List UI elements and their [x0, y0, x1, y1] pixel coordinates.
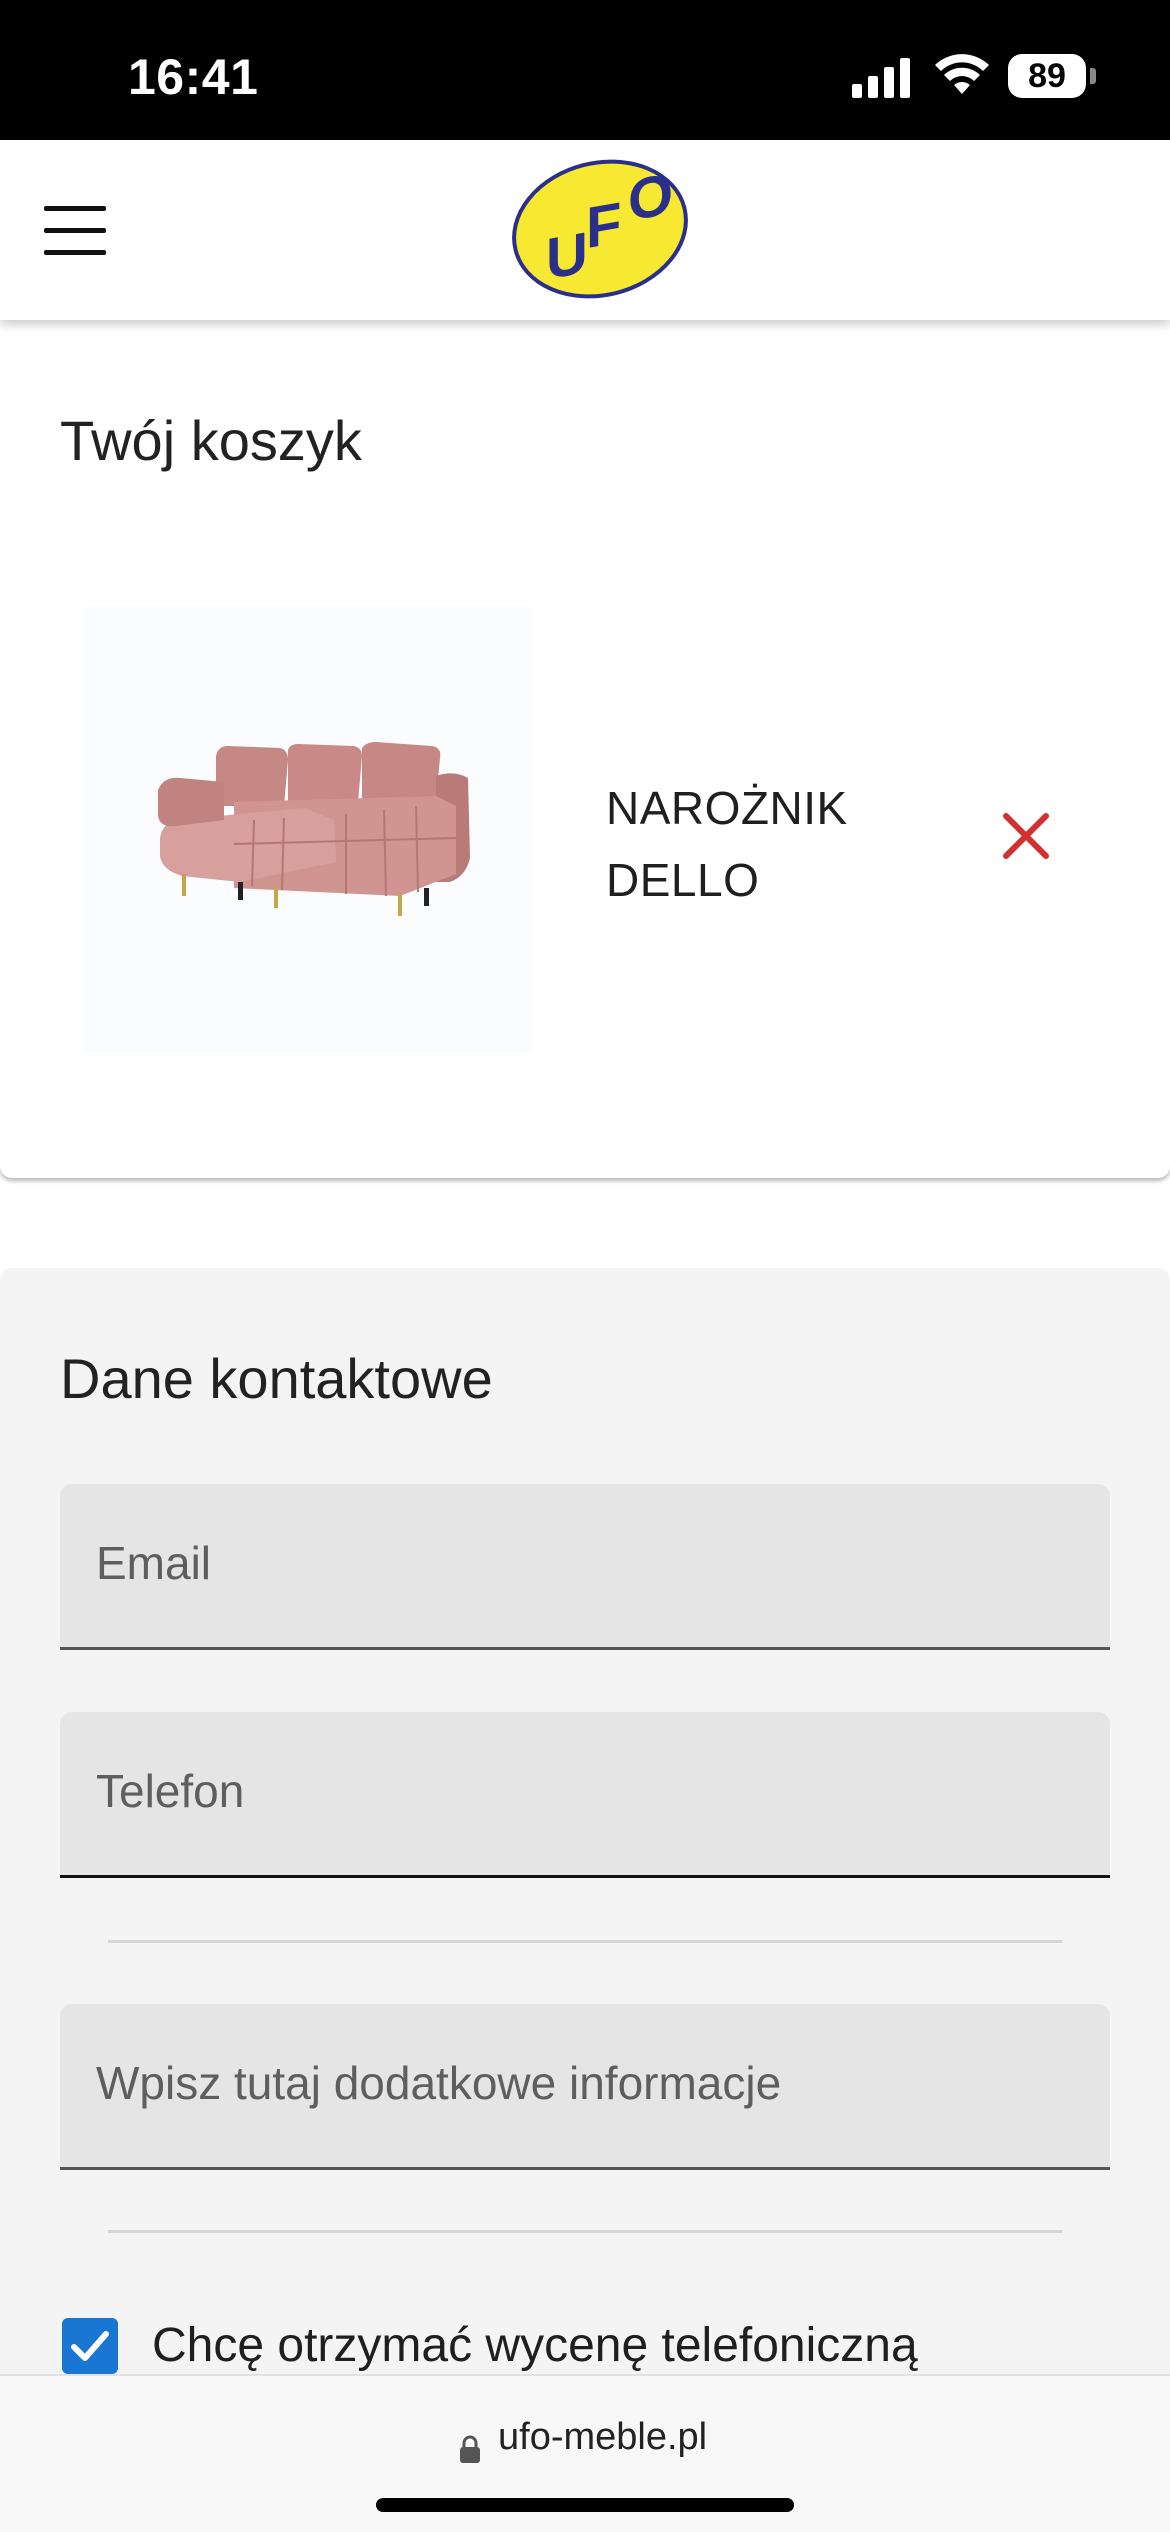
browser-url-bar[interactable]: ufo-meble.pl [0, 2374, 1170, 2532]
cart-title: Twój koszyk [60, 409, 362, 472]
svg-text:F: F [586, 190, 621, 261]
email-field[interactable]: Email [60, 1484, 1110, 1650]
phone-quote-label[interactable]: Chcę otrzymać wycenę telefoniczną [152, 2318, 918, 2373]
sofa-image [158, 742, 470, 916]
additional-info-placeholder: Wpisz tutaj dodatkowe informacje [96, 2057, 782, 2109]
lock-icon [460, 2435, 480, 2463]
additional-info-field[interactable]: Wpisz tutaj dodatkowe informacje [60, 2004, 1110, 2170]
checkmark-icon [71, 2331, 109, 2361]
status-bar: 16:41 89 [0, 0, 1170, 140]
cellular-signal-icon [852, 58, 910, 98]
product-name[interactable]: NAROŻNIK DELLO [606, 772, 926, 916]
wifi-icon [935, 54, 989, 94]
battery-level: 89 [1028, 56, 1066, 95]
phone-quote-checkbox[interactable] [62, 2318, 118, 2374]
remove-item-icon[interactable] [996, 806, 1056, 866]
app-header: U F O [0, 140, 1170, 320]
divider [108, 2230, 1062, 2233]
product-image[interactable] [84, 606, 532, 1052]
phone-placeholder: Telefon [96, 1765, 245, 1817]
ufo-logo[interactable]: U F O [508, 154, 692, 304]
svg-text:O: O [628, 161, 673, 233]
battery-icon: 89 [1008, 54, 1086, 98]
status-time: 16:41 [128, 49, 259, 105]
divider [108, 1940, 1062, 1943]
email-placeholder: Email [96, 1537, 212, 1589]
battery-nub [1090, 68, 1096, 84]
hamburger-menu-icon[interactable] [44, 202, 106, 258]
phone-field[interactable]: Telefon [60, 1712, 1110, 1878]
contact-title: Dane kontaktowe [60, 1347, 493, 1410]
cart-card: Twój koszyk NAROŻNIK DELLO [0, 320, 1170, 1178]
url-text[interactable]: ufo-meble.pl [498, 2416, 707, 2459]
svg-text:U: U [546, 220, 588, 292]
home-indicator[interactable] [376, 2498, 794, 2512]
